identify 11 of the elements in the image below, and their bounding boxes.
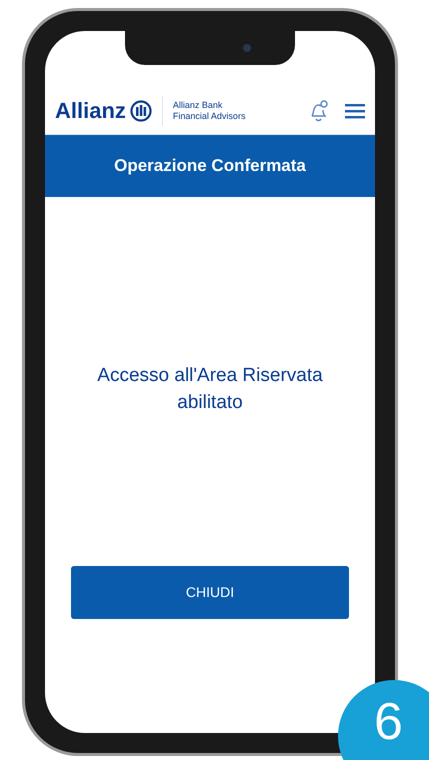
- step-number: 6: [374, 696, 403, 748]
- page-title: Operazione Confermata: [114, 155, 306, 178]
- partner-name: Allianz Bank: [172, 100, 224, 110]
- brand-logo-text: Allianz: [55, 100, 126, 122]
- notification-bell-icon[interactable]: [309, 98, 329, 122]
- camera-icon: [243, 44, 251, 52]
- logo-emblem-icon: [130, 100, 152, 122]
- close-button[interactable]: CHIUDI: [71, 566, 349, 619]
- partner-subtitle: Financial Advisors: [172, 110, 246, 122]
- menu-icon[interactable]: [345, 102, 365, 118]
- confirmation-message: Accesso all'Area Riservata abilitato: [96, 364, 324, 415]
